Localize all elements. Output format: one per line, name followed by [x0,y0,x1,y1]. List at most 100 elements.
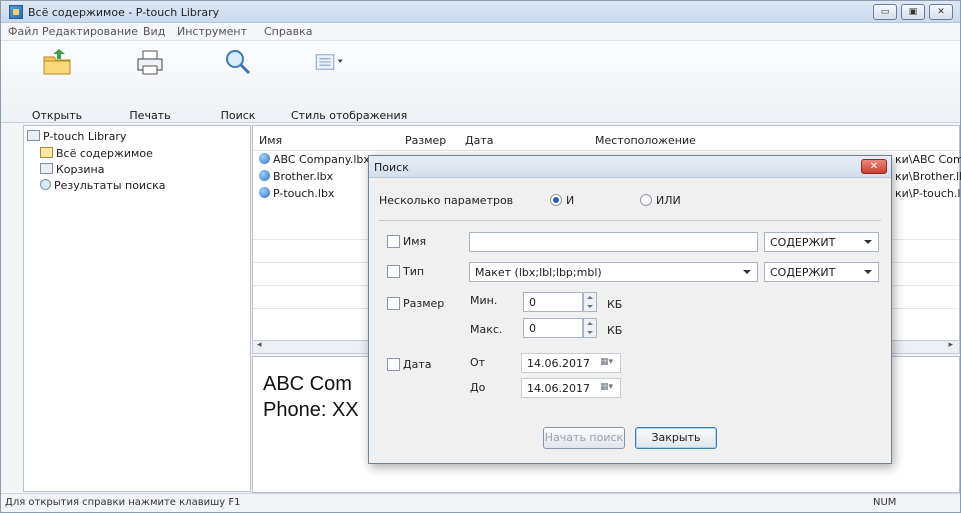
from-label: От [470,356,486,369]
print-button[interactable]: Печать [125,47,175,122]
start-search-button[interactable]: Начать поиск [543,427,625,449]
table-row[interactable]: Brother.lbx [259,170,333,183]
close-button[interactable]: ✕ [929,4,953,20]
column-header-size[interactable]: Размер [405,134,446,147]
name-input[interactable] [469,232,758,252]
trash-icon [40,163,53,174]
column-header-name[interactable]: Имя [259,134,282,147]
menu-tools[interactable]: Инструмент [177,25,247,38]
type-select[interactable]: Макет (lbx;lbl;lbp;mbl) [469,262,758,282]
type-label: Тип [403,265,425,278]
status-help-text: Для открытия справки нажмите клавишу F1 [5,497,241,508]
min-label: Мин. [470,294,498,307]
search-button[interactable]: Поиск [213,47,263,122]
tree-item-label: Результаты поиска [54,179,166,192]
chevron-down-icon [864,240,872,244]
or-label: ИЛИ [656,194,681,207]
table-row[interactable]: P-touch.lbx [259,187,334,200]
scroll-right-icon[interactable]: ▸ [948,340,953,350]
status-num: NUM [873,497,897,508]
name-condition-select[interactable]: СОДЕРЖИТ [764,232,879,252]
file-name: P-touch.lbx [273,187,335,200]
tree-item-search-results[interactable]: Результаты поиска [40,179,166,192]
menu-view[interactable]: Вид [143,25,165,38]
window-title: Всё содержимое - P-touch Library [28,6,220,19]
max-kb-label: КБ [607,324,623,337]
to-date-value: 14.06.2017 [527,382,590,395]
printer-icon [137,50,163,75]
max-size-input[interactable]: 0 [523,318,583,338]
from-date-picker[interactable]: 14.06.2017 ▦▾ [521,353,621,373]
lbx-file-icon [259,170,270,181]
toolbar: Открыть Печать Поиск Стиль отображения [1,41,960,123]
menu-file[interactable]: Файл [8,25,38,38]
name-checkbox[interactable] [387,235,400,248]
column-header-date[interactable]: Дата [465,134,493,147]
file-location: ки\ABC Com [895,153,961,166]
menu-bar: Файл Редактирование Вид Инструмент Справ… [1,23,960,41]
maximize-button[interactable]: ▣ [901,4,925,20]
status-bar: Для открытия справки нажмите клавишу F1 … [1,493,960,512]
name-condition-value: СОДЕРЖИТ [770,236,836,249]
to-label: До [470,381,486,394]
tree-item-all-content[interactable]: Всё содержимое [40,147,153,160]
close-dialog-button[interactable]: Закрыть [635,427,717,449]
min-kb-label: КБ [607,298,623,311]
and-radio[interactable] [550,194,562,206]
min-size-input[interactable]: 0 [523,292,583,312]
separator [379,220,881,221]
app-icon [9,5,23,19]
date-label: Дата [403,358,432,371]
scroll-left-icon[interactable]: ◂ [257,340,262,350]
tree-item-trash[interactable]: Корзина [40,163,104,176]
lbx-file-icon [259,153,270,164]
preview-line-2: Phone: XX [263,399,359,421]
size-label: Размер [403,297,445,310]
type-condition-value: СОДЕРЖИТ [770,266,836,279]
lbx-file-icon [259,187,270,198]
and-label: И [566,194,575,207]
dialog-close-icon[interactable]: ✕ [861,159,887,174]
calendar-icon[interactable]: ▦▾ [600,382,620,396]
menu-edit[interactable]: Редактирование [42,25,138,38]
size-checkbox[interactable] [387,297,400,310]
dialog-title: Поиск [374,161,409,174]
to-date-picker[interactable]: 14.06.2017 ▦▾ [521,378,621,398]
menu-help[interactable]: Справка [264,25,312,38]
from-date-value: 14.06.2017 [527,357,590,370]
file-location: ки\Brother.lb [895,170,961,183]
min-size-spinner[interactable] [583,292,597,312]
dialog-title-bar[interactable]: Поиск ✕ [369,156,891,178]
folder-icon [40,147,53,158]
calendar-icon[interactable]: ▦▾ [600,357,620,371]
tree-item-label: Корзина [56,163,105,176]
search-label: Поиск [220,109,256,122]
type-condition-select[interactable]: СОДЕРЖИТ [764,262,879,282]
name-label: Имя [403,235,427,248]
column-header-location[interactable]: Местоположение [595,134,696,147]
type-value: Макет (lbx;lbl;lbp;mbl) [475,266,602,279]
type-checkbox[interactable] [387,265,400,278]
tree-root-label: P-touch Library [43,130,127,143]
search-results-icon [40,179,51,190]
tree-root[interactable]: P-touch Library [27,130,126,143]
chevron-down-icon [864,270,872,274]
open-button[interactable]: Открыть [29,47,85,122]
open-folder-icon [43,49,71,75]
app-window: Всё содержимое - P-touch Library ▭ ▣ ✕ Ф… [0,0,961,513]
multi-param-label: Несколько параметров [379,194,514,207]
view-style-icon [315,54,343,70]
header-divider [253,150,959,151]
max-size-spinner[interactable] [583,318,597,338]
table-row[interactable]: ABC Company.lbx [259,153,370,166]
date-checkbox[interactable] [387,358,400,371]
file-location: ки\P-touch.lb [895,187,961,200]
tree-item-label: Всё содержимое [56,147,153,160]
library-tree: P-touch Library Всё содержимое Корзина Р… [23,125,251,492]
minimize-button[interactable]: ▭ [873,4,897,20]
search-icon [226,50,251,75]
preview-line-1: ABC Com [263,373,352,395]
or-radio[interactable] [640,194,652,206]
view-style-button[interactable]: Стиль отображения [291,47,407,122]
title-bar[interactable]: Всё содержимое - P-touch Library ▭ ▣ ✕ [1,1,960,23]
